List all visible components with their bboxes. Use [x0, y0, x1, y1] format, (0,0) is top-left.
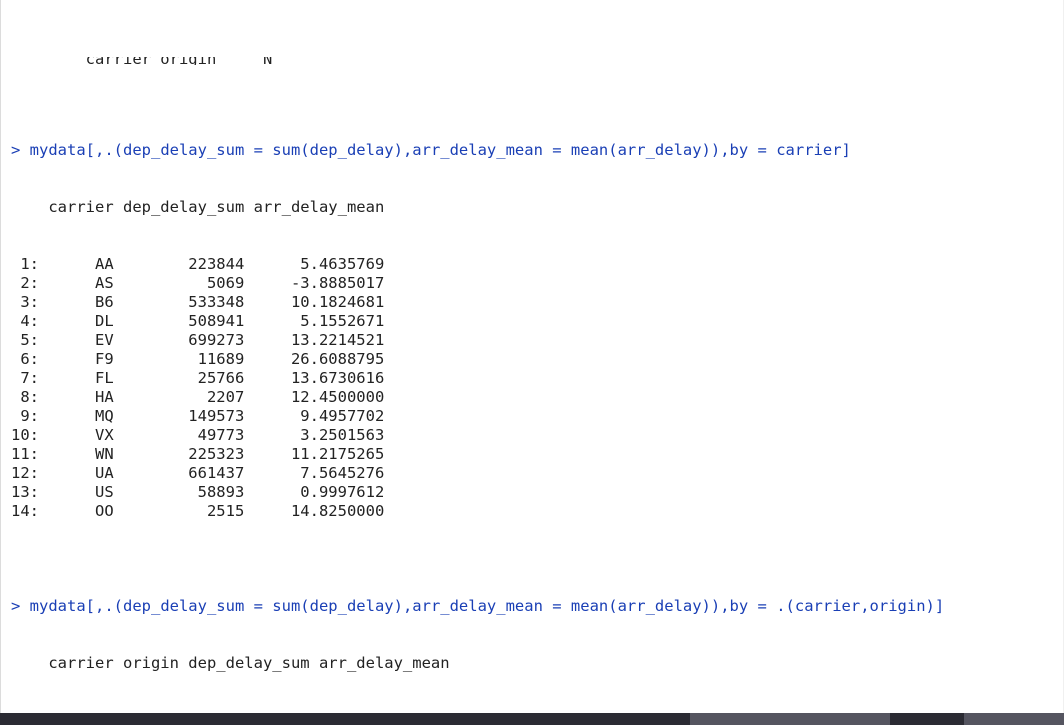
- table-row: 6: F9 11689 26.6088795: [11, 350, 1055, 369]
- table-row: 5: EV 699273 13.2214521: [11, 331, 1055, 350]
- table-row: 9: MQ 149573 9.4957702: [11, 407, 1055, 426]
- table-row: 1: AA 223844 5.4635769: [11, 255, 1055, 274]
- r-command-line: > mydata[,.(dep_delay_sum = sum(dep_dela…: [11, 141, 1055, 160]
- r-command-1: mydata[,.(dep_delay_sum = sum(dep_delay)…: [30, 141, 851, 159]
- r-console-output[interactable]: carrier origin N > mydata[,.(dep_delay_s…: [0, 0, 1064, 713]
- table-row: 7: FL 25766 13.6730616: [11, 369, 1055, 388]
- table-row: 14: OO 2515 14.8250000: [11, 502, 1055, 521]
- bottom-status-bar: [0, 713, 1064, 725]
- previous-output-cutoff: carrier origin N: [11, 57, 1055, 65]
- table-row: 10: VX 49773 3.2501563: [11, 426, 1055, 445]
- table-body-1: 1: AA 223844 5.4635769 2: AS 5069 -3.888…: [11, 255, 1055, 521]
- table-row: 8: HA 2207 12.4500000: [11, 388, 1055, 407]
- table-row: 4: DL 508941 5.1552671: [11, 312, 1055, 331]
- table-row: 3: B6 533348 10.1824681: [11, 293, 1055, 312]
- table-row: 2: AS 5069 -3.8885017: [11, 274, 1055, 293]
- r-command-2: mydata[,.(dep_delay_sum = sum(dep_delay)…: [30, 597, 945, 615]
- table-header-2: carrier origin dep_delay_sum arr_delay_m…: [11, 654, 1055, 673]
- table-row: 13: US 58893 0.9997612: [11, 483, 1055, 502]
- table-header-1: carrier dep_delay_sum arr_delay_mean: [11, 198, 1055, 217]
- table-row: 12: UA 661437 7.5645276: [11, 464, 1055, 483]
- table-row: 11: WN 225323 11.2175265: [11, 445, 1055, 464]
- status-segment: [964, 713, 1064, 725]
- prompt-symbol: >: [11, 141, 30, 159]
- prompt-symbol: >: [11, 597, 30, 615]
- status-segment: [690, 713, 890, 725]
- r-command-line: > mydata[,.(dep_delay_sum = sum(dep_dela…: [11, 597, 1055, 616]
